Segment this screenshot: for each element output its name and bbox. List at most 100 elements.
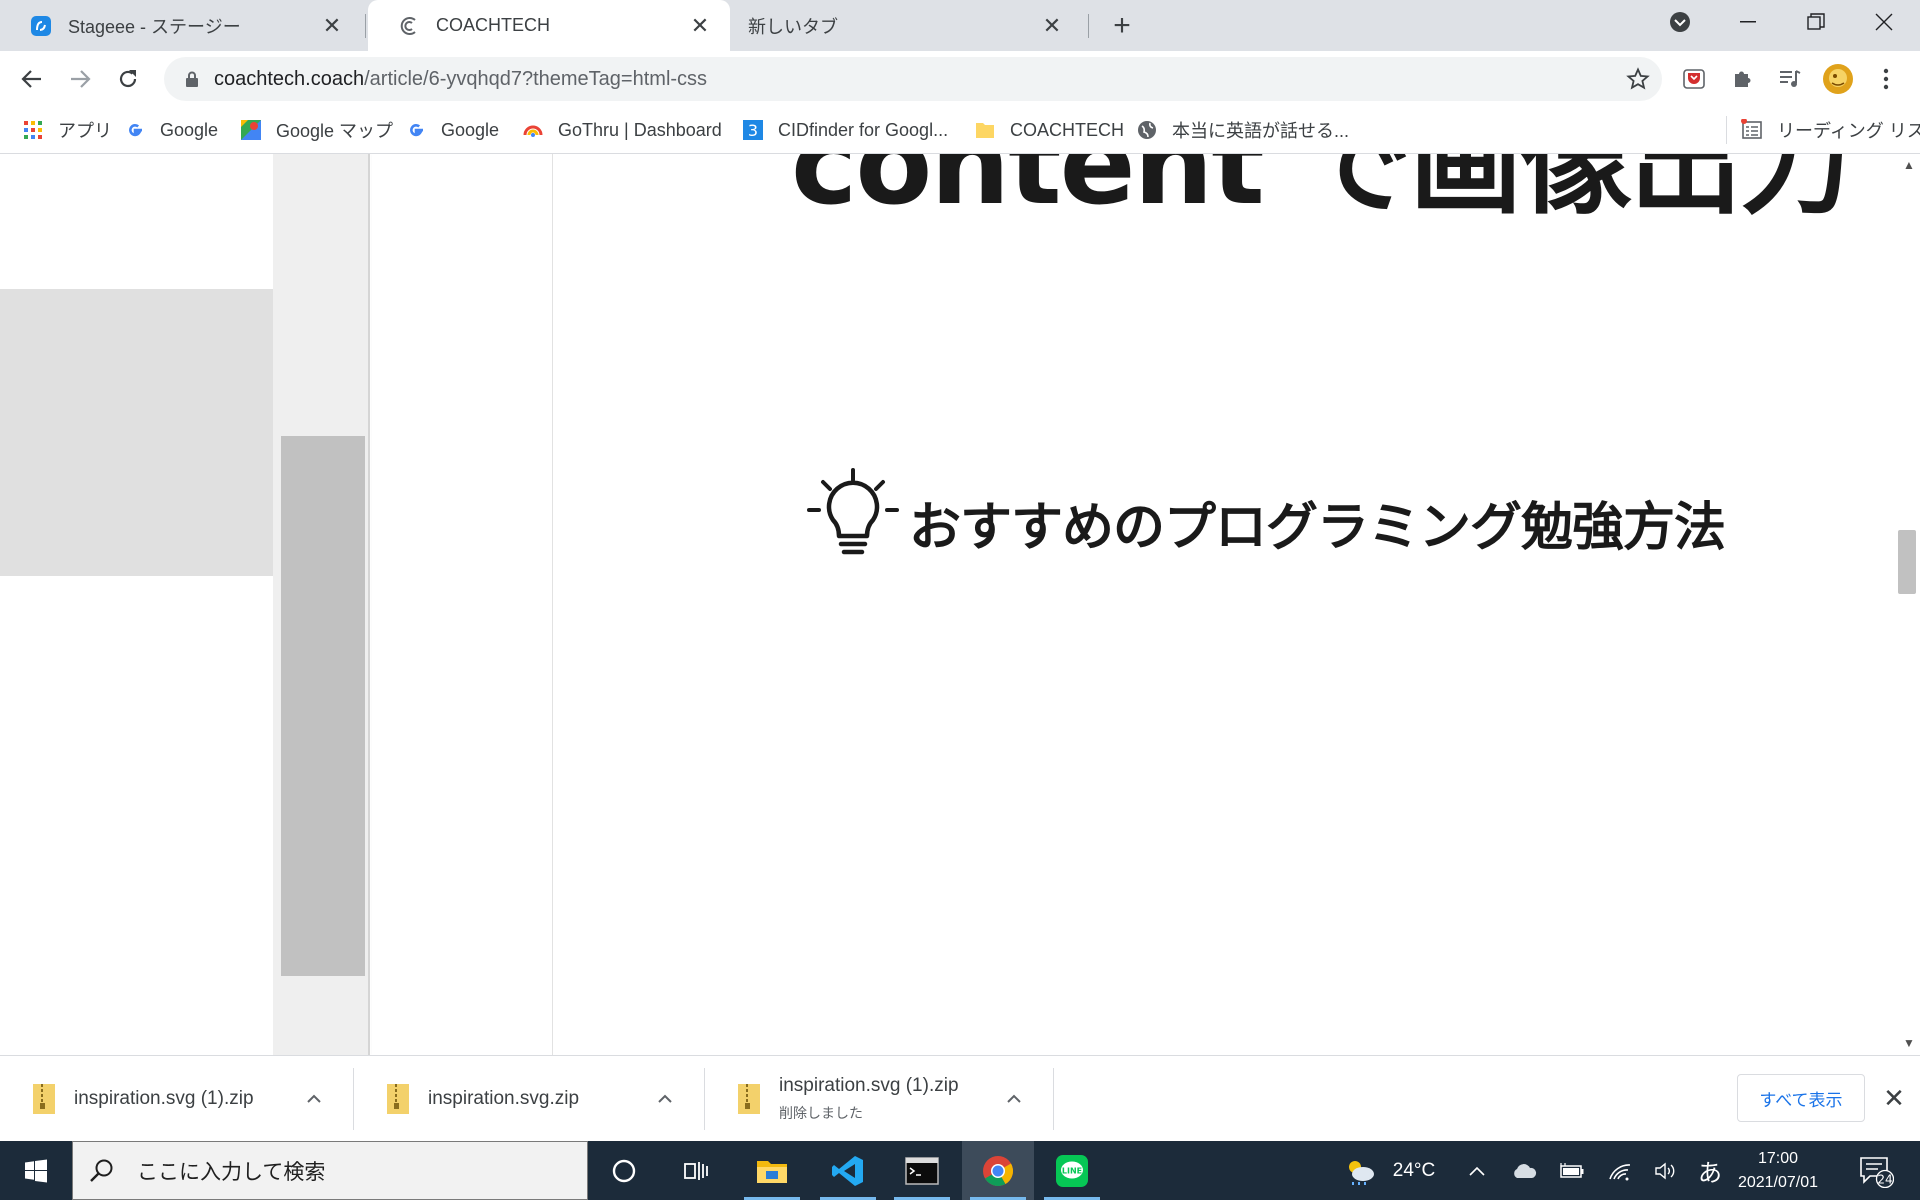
close-shelf-icon[interactable]: ✕ — [1880, 1084, 1908, 1112]
cidfinder-icon: 3 — [742, 119, 764, 141]
google-icon — [405, 119, 427, 141]
profile-avatar[interactable] — [1818, 59, 1858, 99]
terminal-icon[interactable] — [886, 1141, 958, 1200]
close-window-icon[interactable] — [1854, 0, 1914, 44]
tab-coachtech[interactable]: COACHTECH ✕ — [368, 0, 730, 51]
address-bar[interactable]: coachtech.coach/article/6-yvqhqd7?themeT… — [164, 57, 1662, 101]
pocket-extension-icon[interactable] — [1674, 59, 1714, 99]
svg-text:LINE: LINE — [1062, 1166, 1082, 1175]
show-all-downloads-button[interactable]: すべて表示 — [1737, 1074, 1865, 1122]
chevron-up-icon[interactable] — [299, 1094, 329, 1104]
bookmark-google[interactable]: Google — [124, 116, 218, 144]
tab-title: COACHTECH — [436, 15, 551, 35]
vscode-icon[interactable] — [812, 1141, 884, 1200]
ime-indicator[interactable]: あ — [1692, 1141, 1728, 1200]
restore-icon[interactable] — [1786, 0, 1846, 44]
weather-temperature[interactable]: 24°C — [1386, 1141, 1442, 1200]
cortana-icon[interactable] — [588, 1141, 660, 1200]
left-panel-placeholder-block — [0, 289, 273, 576]
left-panel — [0, 154, 273, 1055]
globe-icon — [1136, 119, 1158, 141]
notification-center-icon[interactable]: 24 — [1848, 1141, 1904, 1200]
chevron-up-icon[interactable] — [650, 1094, 680, 1104]
reload-icon[interactable] — [108, 59, 148, 99]
recommend-heading: おすすめのプログラミング勉強方法 — [909, 498, 1726, 558]
file-explorer-icon[interactable] — [736, 1141, 808, 1200]
apps-grid-icon — [22, 119, 44, 141]
bookmark-cidfinder[interactable]: 3 CIDfinder for Googl... — [742, 116, 948, 144]
minimize-icon[interactable] — [1718, 0, 1778, 44]
scroll-down-arrow-icon[interactable]: ▼ — [1902, 1036, 1916, 1050]
browser-toolbar: coachtech.coach/article/6-yvqhqd7?themeT… — [0, 51, 1920, 106]
taskbar-clock[interactable]: 17:00 2021/07/01 — [1728, 1141, 1828, 1200]
media-control-icon[interactable] — [1770, 59, 1810, 99]
close-tab-icon[interactable]: ✕ — [1040, 13, 1064, 38]
task-view-icon[interactable] — [660, 1141, 732, 1200]
clock-time: 17:00 — [1757, 1149, 1799, 1167]
download-filename: inspiration.svg (1).zip — [74, 1088, 254, 1109]
tab-search-icon[interactable] — [1650, 0, 1710, 44]
windows-start-icon[interactable] — [0, 1141, 72, 1200]
back-arrow-icon[interactable] — [12, 59, 52, 99]
chrome-menu-icon[interactable] — [1866, 59, 1906, 99]
bookmark-label: アプリ — [58, 121, 112, 141]
chrome-taskbar-icon[interactable] — [962, 1141, 1034, 1200]
tab-stageee[interactable]: Stageee - ステージー ✕ — [0, 0, 362, 51]
bookmark-folder-coachtech[interactable]: COACHTECH — [974, 116, 1124, 144]
gothru-icon — [522, 119, 544, 141]
zip-file-icon — [387, 1084, 409, 1114]
bookmark-english[interactable]: 本当に英語が話せる... — [1136, 116, 1349, 144]
lightbulb-icon — [807, 468, 899, 555]
tab-divider — [365, 14, 366, 38]
lock-icon[interactable] — [180, 71, 204, 87]
close-tab-icon[interactable]: ✕ — [688, 13, 712, 38]
bookmark-label: 本当に英語が話せる... — [1172, 121, 1350, 141]
battery-icon[interactable] — [1554, 1141, 1590, 1200]
bookmark-label: COACHTECH — [1010, 119, 1125, 140]
article-margin — [372, 154, 553, 1055]
bookmark-google-maps[interactable]: Google マップ — [240, 116, 393, 144]
page-scrollbar-thumb[interactable] — [1898, 530, 1916, 594]
bookmark-star-icon[interactable] — [1626, 67, 1650, 96]
article-body: content で画像出力 おすすめのプログラミング勉強方法 — [553, 154, 1898, 1055]
folder-icon — [974, 119, 996, 141]
bookmark-label: Google — [160, 119, 219, 140]
inner-scrollbar-thumb[interactable] — [281, 436, 365, 976]
download-item-deleted[interactable]: inspiration.svg (1).zip 削除しました — [705, 1068, 1054, 1130]
chevron-up-icon[interactable] — [999, 1094, 1029, 1104]
google-icon — [124, 119, 146, 141]
volume-icon[interactable] — [1648, 1141, 1684, 1200]
bookmark-label: Google — [441, 119, 500, 140]
zip-file-icon — [33, 1084, 55, 1114]
chevron-up-tray-icon[interactable] — [1460, 1141, 1494, 1200]
bookmark-label: CIDfinder for Googl... — [778, 119, 949, 140]
tab-divider — [1088, 14, 1089, 38]
bookmark-google-2[interactable]: Google — [405, 116, 499, 144]
google-maps-icon — [240, 119, 262, 141]
article-headline-partial: content で画像出力 — [791, 154, 1852, 230]
scroll-up-arrow-icon[interactable]: ▲ — [1902, 158, 1916, 172]
download-item[interactable]: inspiration.svg (1).zip — [0, 1068, 354, 1130]
reading-list-label: リーディング リスト — [1777, 121, 1920, 141]
reading-list-button[interactable]: リーディング リスト — [1726, 116, 1920, 144]
tab-title: 新しいタブ — [748, 16, 838, 37]
bookmark-gothru[interactable]: GoThru | Dashboard — [522, 116, 722, 144]
line-app-icon[interactable]: LINE — [1036, 1141, 1108, 1200]
download-status: 削除しました — [779, 1105, 863, 1121]
close-tab-icon[interactable]: ✕ — [320, 13, 344, 38]
taskbar-search-box[interactable]: ここに入力して検索 — [72, 1141, 588, 1200]
new-tab-plus-icon[interactable]: + — [1108, 11, 1136, 41]
onedrive-cloud-icon[interactable] — [1506, 1141, 1542, 1200]
wifi-icon[interactable] — [1602, 1141, 1638, 1200]
extensions-puzzle-icon[interactable] — [1722, 59, 1762, 99]
clock-date: 2021/07/01 — [1737, 1173, 1819, 1191]
download-item[interactable]: inspiration.svg.zip — [354, 1068, 705, 1130]
bookmark-label: Google マップ — [276, 121, 394, 141]
weather-icon[interactable] — [1340, 1141, 1380, 1200]
bookmark-apps[interactable]: アプリ — [22, 116, 112, 144]
forward-arrow-icon[interactable] — [60, 59, 100, 99]
download-shelf: inspiration.svg (1).zip inspiration.svg.… — [0, 1055, 1920, 1141]
url-text[interactable]: coachtech.coach/article/6-yvqhqd7?themeT… — [214, 68, 707, 91]
tab-new-tab[interactable]: 新しいタブ ✕ — [730, 0, 1082, 51]
page-scrollbar[interactable]: ▲ ▼ — [1898, 154, 1920, 1055]
